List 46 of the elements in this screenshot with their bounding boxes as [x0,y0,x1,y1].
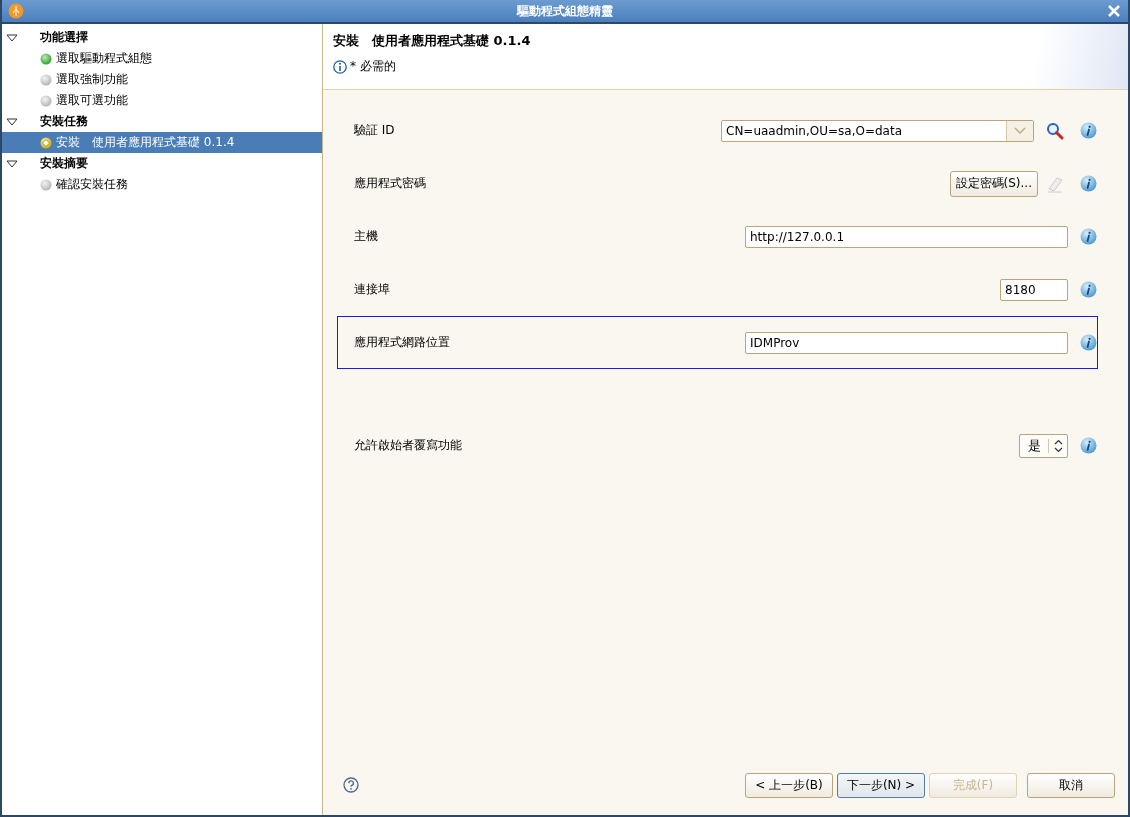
field-label: 允許啟始者覆寫功能 [354,437,463,454]
id-combo-box[interactable]: CN=uaadmin,OU=sa,O=data [721,119,1034,142]
search-icon[interactable] [1046,121,1064,140]
tree-item[interactable]: 確認安裝任務 [2,174,322,195]
field-label: 連接埠 [354,281,391,298]
tree-group-label[interactable]: 功能選擇 [40,29,88,46]
help-icon[interactable] [343,777,359,793]
wizard-button[interactable]: 取消 [1027,772,1115,798]
tree-item[interactable]: 選取可選功能 [2,90,322,111]
field-label: 驗証 ID [354,122,396,139]
expander-icon[interactable] [6,115,18,128]
expander-icon[interactable] [6,31,18,44]
set-password-button[interactable]: 設定密碼(S)... [949,170,1038,197]
field-label: 應用程式密碼 [354,175,427,192]
close-icon[interactable] [1106,3,1122,19]
text-field[interactable]: http://127.0.0.1 [745,225,1068,248]
info-icon[interactable] [1080,437,1097,454]
info-icon[interactable] [1080,334,1097,351]
tree-group-label[interactable]: 安裝摘要 [40,155,88,172]
tree-group-label[interactable]: 安裝任務 [40,113,88,130]
expander-icon[interactable] [6,157,18,170]
required-note: * 必需的 [350,58,396,75]
port-field[interactable]: 8180 [1000,278,1068,301]
field-label: 應用程式網路位置 [354,334,451,351]
window-title: 驅動程式組態精靈 [515,2,614,20]
tree-item[interactable]: 選取驅動程式組態 [2,48,322,69]
wizard-button[interactable]: < 上一步(B) [745,772,833,798]
info-icon[interactable] [1080,281,1097,298]
up-down-arrows-icon[interactable] [1053,438,1063,453]
tree-item[interactable]: 選取強制功能 [2,69,322,90]
info-icon[interactable] [1080,228,1097,245]
tree-item-label: 選取可選功能 [56,92,128,109]
tree-item-label: 選取強制功能 [56,71,128,88]
tree-item[interactable]: 安裝 使用者應用程式基礎 0.1.4 [2,132,322,153]
field-label: 主機 [354,228,379,245]
tree-item-label: 安裝 使用者應用程式基礎 0.1.4 [56,134,235,151]
info-icon [333,59,347,74]
tree-item-label: 選取驅動程式組態 [56,50,152,67]
app-logo-icon [8,3,24,19]
tree-item-label: 確認安裝任務 [56,176,128,193]
yes-no-select[interactable]: 是 [1019,433,1068,458]
wizard-button[interactable]: 下一步(N) > [837,772,925,798]
info-icon[interactable] [1080,122,1097,139]
info-icon[interactable] [1080,175,1097,192]
page-title: 安裝 使用者應用程式基礎 0.1.4 [333,32,532,50]
text-field[interactable]: IDMProv [745,331,1068,354]
